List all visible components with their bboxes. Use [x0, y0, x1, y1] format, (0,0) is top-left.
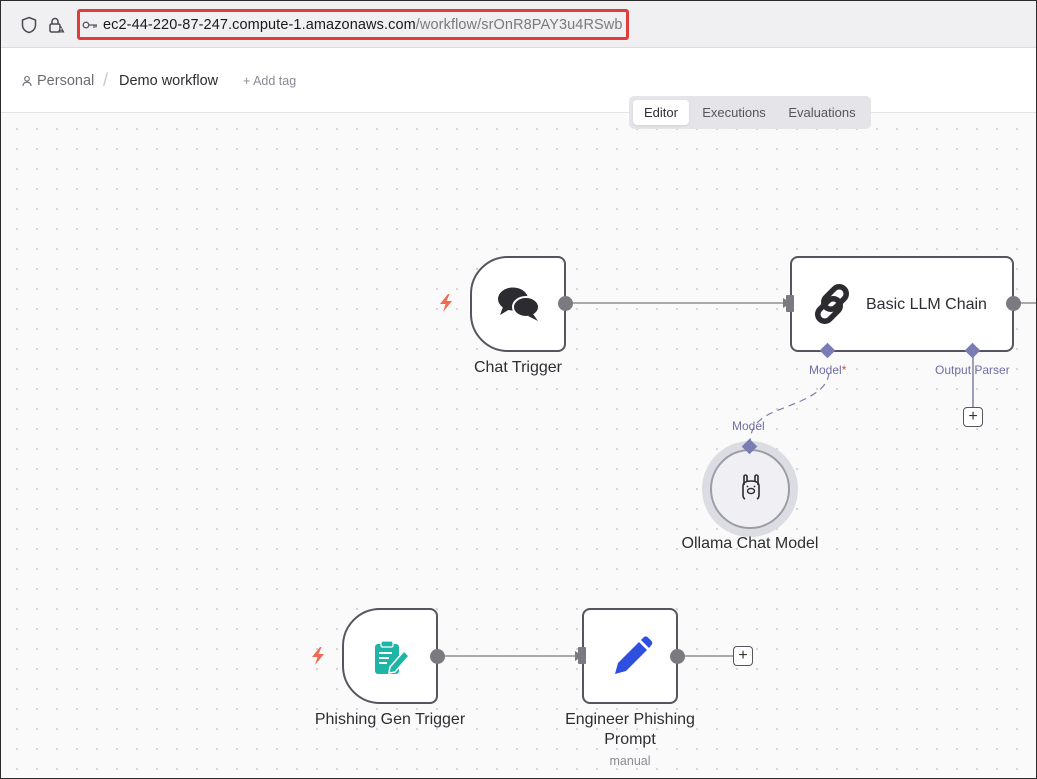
add-tag-button[interactable]: + Add tag	[243, 74, 296, 88]
ollama-model-port-label: Model	[732, 419, 765, 433]
chain-link-icon	[815, 284, 849, 324]
input-handle[interactable]	[578, 647, 586, 664]
browser-window: ec2-44-220-87-247.compute-1.amazonaws.co…	[0, 0, 1037, 779]
pencil-icon	[615, 636, 653, 674]
key-icon	[82, 21, 97, 29]
browser-toolbar: ec2-44-220-87-247.compute-1.amazonaws.co…	[1, 1, 1036, 48]
trigger-bolt-icon	[440, 294, 452, 312]
breadcrumb-project-label: Personal	[37, 73, 95, 89]
output-handle[interactable]	[558, 296, 573, 311]
node-ollama-chat-model[interactable]	[702, 441, 798, 537]
add-node-button[interactable]: +	[733, 646, 753, 666]
shield-icon[interactable]	[20, 16, 38, 34]
output-handle[interactable]	[670, 649, 685, 664]
trigger-bolt-icon	[312, 647, 324, 665]
url-text: ec2-44-220-87-247.compute-1.amazonaws.co…	[103, 17, 623, 33]
node-sublabel-manual: manual	[609, 754, 651, 768]
add-output-parser-button[interactable]: +	[963, 407, 983, 427]
node-label-ollama: Ollama Chat Model	[681, 535, 819, 552]
node-label-engineer-line1: Engineer Phishing	[565, 711, 695, 728]
url-host: ec2-44-220-87-247.compute-1.amazonaws.co…	[103, 17, 416, 33]
form-edit-icon	[375, 640, 411, 674]
node-label-chat-trigger: Chat Trigger	[473, 359, 563, 376]
node-label-phishing-trigger: Phishing Gen Trigger	[314, 711, 466, 728]
breadcrumb-separator: /	[103, 70, 109, 90]
model-port-label: Model*	[809, 363, 846, 377]
user-icon	[22, 75, 32, 87]
workflow-name[interactable]: Demo workflow	[119, 73, 218, 89]
breadcrumb-project[interactable]: Personal	[21, 73, 94, 89]
workflow-canvas[interactable]	[1, 113, 1036, 778]
chat-bubbles-icon	[498, 287, 540, 321]
node-chat-trigger[interactable]	[470, 256, 566, 352]
output-parser-port-label: Output Parser	[935, 363, 1010, 377]
url-path: /workflow/srOnR8PAY3u4RSwb	[415, 17, 623, 33]
view-tabs: Editor Executions Evaluations	[629, 96, 871, 129]
node-engineer-phishing-prompt[interactable]	[582, 608, 678, 704]
tab-editor[interactable]: Editor	[633, 100, 689, 125]
required-marker: *	[841, 363, 847, 377]
node-label-engineer-line2: Prompt	[604, 731, 656, 748]
model-port-text: Model	[809, 363, 842, 377]
llama-icon	[742, 474, 760, 500]
node-basic-llm-chain[interactable]: Basic LLM Chain	[790, 256, 1014, 352]
node-label-llm-chain: Basic LLM Chain	[866, 296, 987, 313]
tab-executions[interactable]: Executions	[693, 100, 775, 125]
output-handle[interactable]	[1006, 296, 1021, 311]
output-handle[interactable]	[430, 649, 445, 664]
lock-warning-icon[interactable]	[47, 16, 65, 34]
input-handle[interactable]	[786, 295, 794, 312]
app-header: Personal / Demo workflow + Add tag	[1, 48, 1036, 113]
url-bar[interactable]: ec2-44-220-87-247.compute-1.amazonaws.co…	[77, 9, 629, 40]
tab-evaluations[interactable]: Evaluations	[779, 100, 865, 125]
node-phishing-gen-trigger[interactable]	[342, 608, 438, 704]
